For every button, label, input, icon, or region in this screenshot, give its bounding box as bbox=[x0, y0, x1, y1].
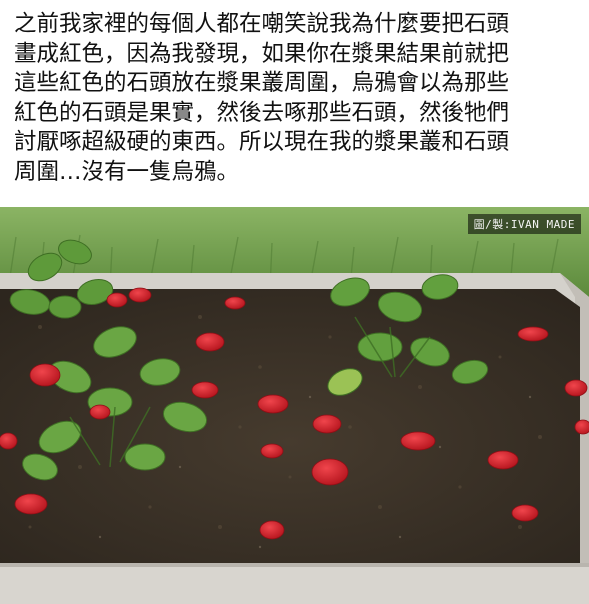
red-stone bbox=[29, 363, 61, 387]
red-stone bbox=[511, 504, 539, 522]
red-stone bbox=[311, 458, 349, 486]
red-stone bbox=[191, 381, 219, 399]
red-stone bbox=[195, 332, 225, 352]
red-stone bbox=[14, 493, 48, 515]
garden-photo-drawing bbox=[0, 207, 589, 604]
red-stone bbox=[89, 404, 111, 420]
red-stone bbox=[564, 379, 588, 397]
red-stone bbox=[574, 419, 589, 435]
red-stone bbox=[106, 292, 128, 308]
red-stone bbox=[128, 287, 152, 303]
caption-line-2: 畫成紅色，因為我發現，如果你在漿果結果前就把 bbox=[14, 40, 510, 67]
red-stone bbox=[487, 450, 519, 470]
garden-photo: 圖/製:IVAN MADE bbox=[0, 207, 589, 604]
bed-soil bbox=[0, 289, 580, 567]
red-stone bbox=[260, 443, 284, 459]
red-stone bbox=[0, 432, 18, 450]
red-stone bbox=[259, 520, 285, 540]
red-stone bbox=[224, 296, 246, 310]
red-stone bbox=[517, 326, 549, 342]
photo-credit-watermark: 圖/製:IVAN MADE bbox=[467, 214, 581, 234]
caption-line-5: 討厭啄超級硬的東西。所以現在我的漿果叢和石頭 bbox=[14, 129, 510, 156]
caption-line-4: 紅色的石頭是果實，然後去啄那些石頭，然後牠們 bbox=[14, 99, 510, 126]
bed-frame-front-edge bbox=[0, 563, 589, 567]
red-stone bbox=[400, 431, 436, 451]
caption-line-6: 周圍…沒有一隻烏鴉。 bbox=[14, 158, 240, 185]
red-stone bbox=[312, 414, 342, 434]
caption-line-3: 這些紅色的石頭放在漿果叢周圍，烏鴉會以為那些 bbox=[14, 70, 510, 97]
caption-text-block: 之前我家裡的每個人都在嘲笑說我為什麼要把石頭 畫成紅色，因為我發現，如果你在漿果… bbox=[0, 0, 589, 207]
red-stone bbox=[257, 394, 289, 414]
bed-frame-front bbox=[0, 563, 589, 604]
caption-line-1: 之前我家裡的每個人都在嘲笑說我為什麼要把石頭 bbox=[14, 11, 510, 37]
